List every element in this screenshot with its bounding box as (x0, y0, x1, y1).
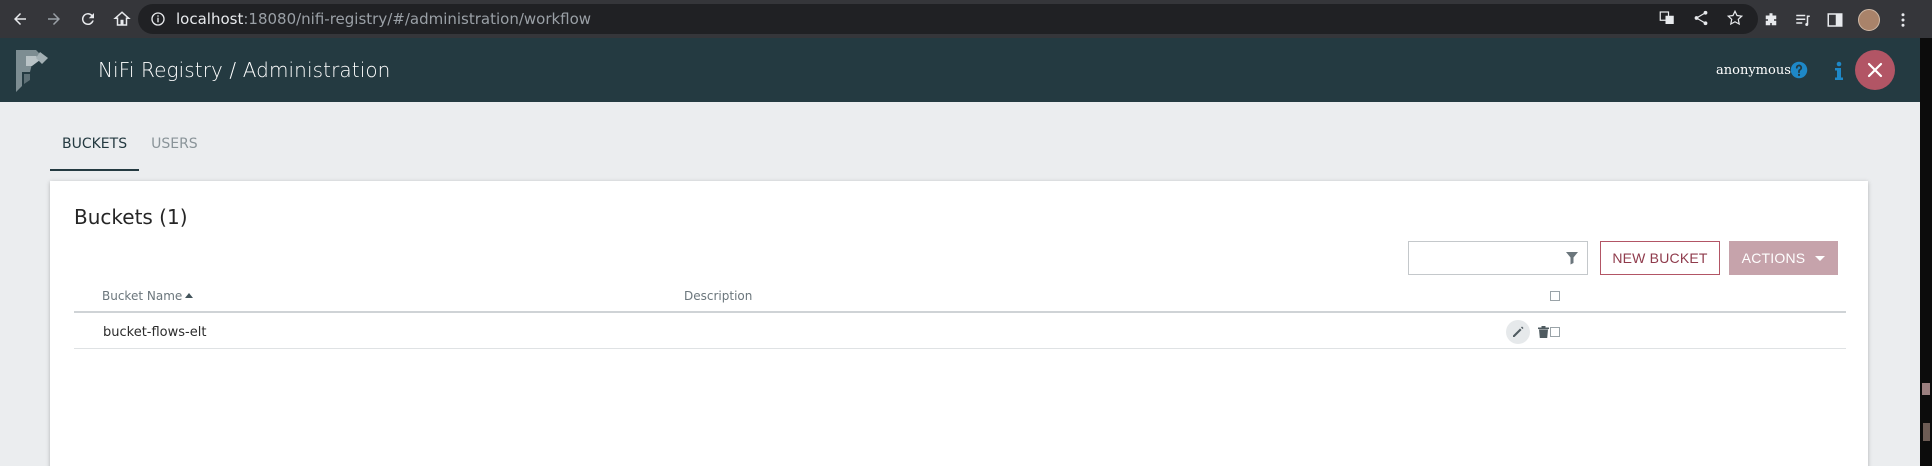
share-icon[interactable] (1692, 9, 1710, 27)
buckets-panel: Buckets (1) NEW BUCKET ACTIONS Bucket Na… (50, 181, 1868, 466)
page-title: NiFi Registry / Administration (98, 58, 391, 82)
select-all-checkbox[interactable] (1550, 291, 1560, 301)
reading-list-icon[interactable] (1794, 11, 1812, 29)
menu-kebab-icon[interactable] (1894, 11, 1912, 29)
background-fragment (1923, 423, 1930, 441)
tab-buckets[interactable]: BUCKETS (50, 133, 140, 171)
filter-icon[interactable] (1565, 251, 1579, 265)
reload-icon (81, 13, 94, 26)
help-icon[interactable] (1790, 61, 1808, 79)
caret-down-icon (1815, 255, 1826, 261)
side-panel-icon[interactable] (1826, 11, 1844, 29)
row-select-checkbox[interactable] (1550, 327, 1560, 337)
page: NiFi Registry / Administration anonymous… (0, 38, 1920, 466)
new-bucket-button[interactable]: NEW BUCKET (1600, 241, 1720, 275)
buckets-table-header: Bucket Name Description (74, 279, 1846, 313)
current-user: anonymous (1716, 63, 1791, 78)
home-icon (113, 11, 131, 26)
actions-label: ACTIONS (1741, 250, 1806, 266)
app-header: NiFi Registry / Administration anonymous (0, 38, 1920, 102)
sort-ascending-icon (185, 293, 194, 298)
url-host: localhost (176, 10, 244, 28)
puzzle-icon[interactable] (1762, 11, 1780, 29)
info-icon[interactable] (1832, 61, 1846, 81)
url-path: :18080/nifi-registry/#/administration/wo… (243, 10, 592, 28)
forward-arrow-icon (48, 13, 60, 25)
home-button[interactable] (108, 5, 136, 33)
extension-icons (1762, 9, 1912, 31)
column-header-bucket-name-label: Bucket Name (102, 289, 183, 303)
reload-button[interactable] (74, 5, 102, 33)
pencil-icon (1513, 326, 1524, 337)
forward-button[interactable] (40, 5, 68, 33)
table-row[interactable]: bucket-flows-elt (74, 315, 1846, 349)
column-header-description[interactable]: Description (684, 289, 752, 303)
background-fragment (1922, 383, 1930, 395)
address-bar[interactable]: localhost:18080/nifi-registry/#/administ… (138, 4, 1758, 34)
nifi-registry-logo-icon[interactable] (14, 50, 54, 92)
back-arrow-icon (14, 13, 26, 25)
tab-users[interactable]: USERS (139, 133, 210, 171)
back-button[interactable] (6, 5, 34, 33)
bucket-name-cell: bucket-flows-elt (103, 325, 207, 340)
browser-toolbar: localhost:18080/nifi-registry/#/administ… (0, 0, 1932, 38)
buckets-title: Buckets (1) (74, 205, 188, 229)
url-text: localhost:18080/nifi-registry/#/administ… (176, 10, 591, 28)
admin-tabs: BUCKETS USERS (50, 133, 210, 171)
column-header-bucket-name[interactable]: Bucket Name (102, 289, 194, 303)
trash-icon (1537, 326, 1549, 338)
window-edge (1920, 38, 1932, 466)
actions-button[interactable]: ACTIONS (1729, 241, 1838, 275)
translate-icon[interactable] (1658, 9, 1676, 27)
bookmark-star-icon[interactable] (1726, 9, 1744, 27)
close-administration-button[interactable] (1855, 50, 1895, 90)
close-icon (1867, 62, 1883, 78)
edit-bucket-button[interactable] (1506, 320, 1530, 344)
profile-avatar[interactable] (1858, 9, 1880, 31)
address-bar-actions (1658, 9, 1744, 27)
site-info-icon[interactable] (150, 11, 166, 27)
bucket-filter-input[interactable] (1408, 241, 1588, 275)
